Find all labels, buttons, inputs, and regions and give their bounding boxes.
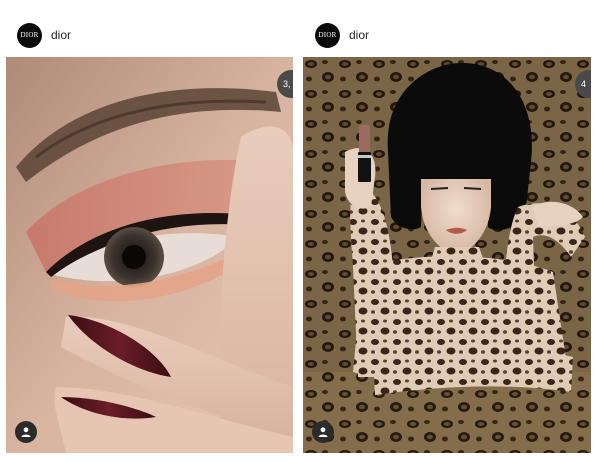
leopard-lipstick-photo: [303, 57, 591, 453]
account-avatar[interactable]: DIOR: [315, 22, 340, 48]
person-icon: [21, 427, 31, 437]
feed-page: DIOR dior 3, DIOR dior 4: [0, 0, 596, 462]
person-icon: [318, 427, 328, 437]
eye-makeup-photo: [6, 57, 293, 453]
tagged-user-button[interactable]: [312, 421, 334, 443]
tagged-user-button[interactable]: [15, 421, 37, 443]
post-image[interactable]: 3,: [6, 57, 293, 453]
post-header: DIOR dior: [17, 22, 71, 48]
avatar-logo-text: DIOR: [20, 31, 39, 39]
account-name[interactable]: dior: [349, 28, 369, 42]
avatar-logo-text: DIOR: [318, 31, 337, 39]
post-header: DIOR dior: [315, 22, 369, 48]
account-avatar[interactable]: DIOR: [17, 22, 42, 48]
post-image[interactable]: 4: [303, 57, 591, 453]
account-name[interactable]: dior: [51, 28, 71, 42]
